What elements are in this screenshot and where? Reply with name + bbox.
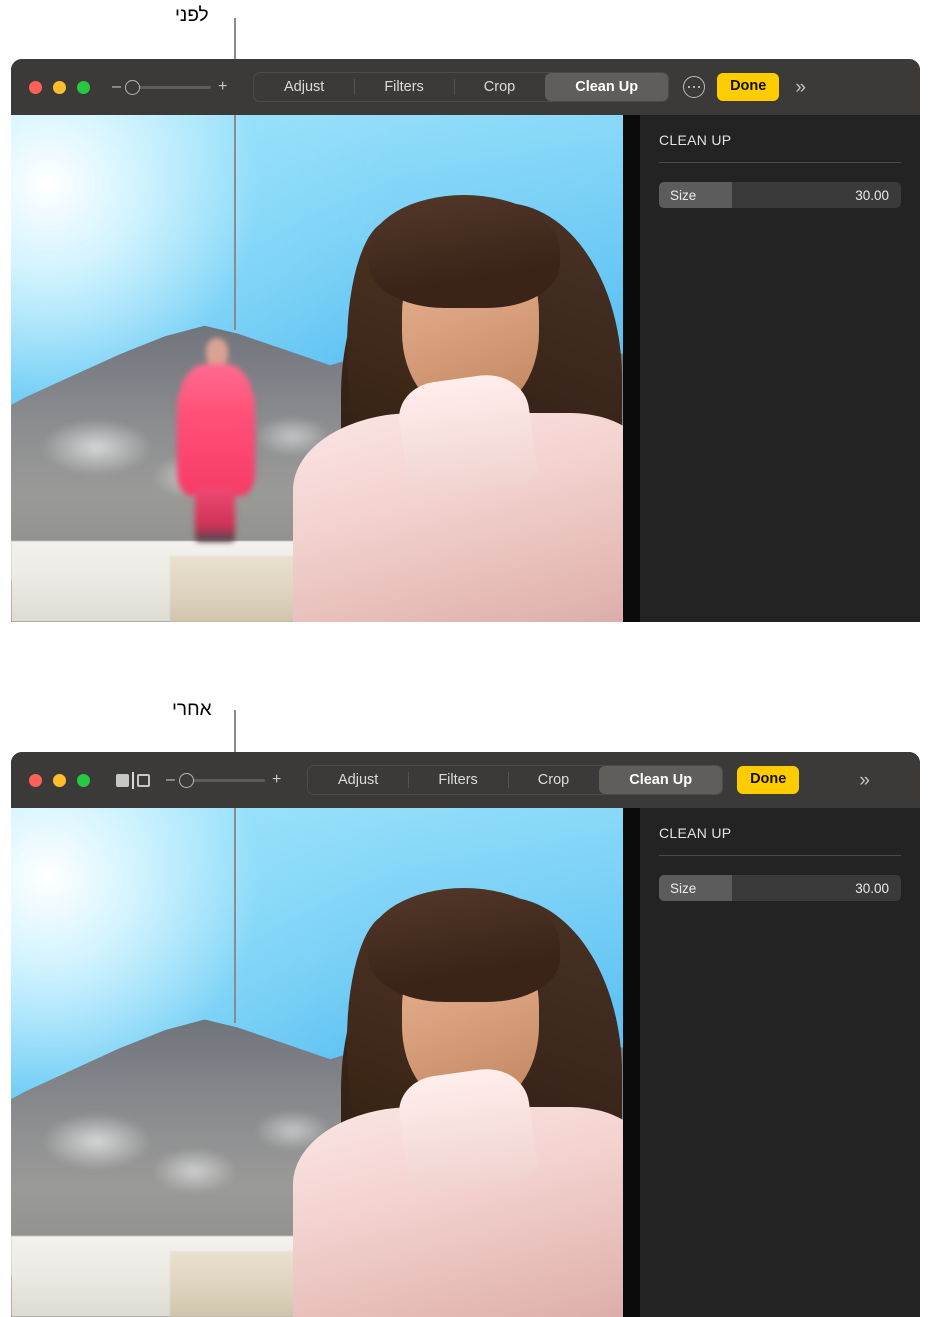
zoom-slider-knob[interactable]: [179, 772, 194, 788]
expand-chevron-icon[interactable]: »: [795, 78, 805, 97]
panel-title: CLEAN UP: [659, 132, 732, 148]
photo-subject-woman: [292, 879, 623, 1317]
callout-leader-line-after-inner: [234, 808, 236, 1023]
callout-label-after: אחרי: [172, 699, 212, 720]
panel-divider: [659, 162, 901, 163]
photos-editor-window-before: – + Adjust Filters Crop Clean Up Done »: [11, 59, 920, 622]
zoom-in-icon[interactable]: +: [218, 79, 227, 95]
zoom-out-icon[interactable]: –: [166, 772, 175, 788]
zoom-slider-track[interactable]: [125, 79, 211, 95]
expand-chevron-icon[interactable]: »: [859, 771, 869, 790]
photo-canvas-after[interactable]: [11, 808, 623, 1317]
zoom-in-icon[interactable]: +: [272, 772, 281, 788]
editor-toolbar-after: – + Adjust Filters Crop Clean Up Done »: [11, 752, 920, 808]
canvas-panel-gap: [623, 808, 640, 1317]
panel-title: CLEAN UP: [659, 825, 732, 841]
window-traffic-lights: [29, 773, 90, 787]
toolbar-right-controls: Done: [737, 766, 800, 794]
zoom-slider-control[interactable]: – +: [112, 79, 227, 95]
photo-bystander-to-remove: [173, 338, 259, 551]
maximize-button[interactable]: [77, 80, 90, 94]
size-slider-value: 30.00: [855, 880, 889, 896]
tab-adjust[interactable]: Adjust: [308, 766, 408, 794]
size-slider[interactable]: Size 30.00: [659, 875, 901, 901]
window-traffic-lights: [29, 80, 90, 94]
done-button[interactable]: Done: [737, 766, 800, 794]
photo-image-after: [11, 808, 623, 1317]
panel-divider: [659, 855, 901, 856]
editor-mode-tabs: Adjust Filters Crop Clean Up: [253, 72, 670, 102]
editor-mode-tabs: Adjust Filters Crop Clean Up: [307, 765, 724, 795]
photos-editor-window-after: – + Adjust Filters Crop Clean Up Done »: [11, 752, 920, 1317]
tab-filters[interactable]: Filters: [354, 73, 453, 101]
photo-image-before: [11, 115, 623, 622]
close-button[interactable]: [29, 80, 42, 94]
more-options-icon[interactable]: [683, 76, 706, 98]
photo-wall-stone: [170, 556, 305, 622]
size-slider-label: Size: [670, 880, 697, 896]
tab-adjust[interactable]: Adjust: [254, 73, 354, 101]
clean-up-panel-before: CLEAN UP Size 30.00: [640, 115, 920, 622]
zoom-slider-track[interactable]: [179, 772, 265, 788]
size-slider-value: 30.00: [855, 187, 889, 203]
zoom-slider-knob[interactable]: [125, 79, 140, 95]
editor-body-after: CLEAN UP Size 30.00: [11, 808, 920, 1317]
callout-leader-line-after: [234, 710, 236, 754]
maximize-button[interactable]: [77, 773, 90, 787]
zoom-slider-control[interactable]: – +: [166, 772, 281, 788]
tab-crop[interactable]: Crop: [453, 73, 545, 101]
tab-clean-up[interactable]: Clean Up: [545, 73, 669, 101]
minimize-button[interactable]: [53, 80, 66, 94]
size-slider-label: Size: [670, 187, 697, 203]
done-button[interactable]: Done: [717, 73, 780, 101]
close-button[interactable]: [29, 773, 42, 787]
compare-before-after-icon[interactable]: [116, 771, 150, 789]
editor-toolbar-before: – + Adjust Filters Crop Clean Up Done »: [11, 59, 920, 115]
photo-wall-stone: [170, 1250, 305, 1317]
size-slider[interactable]: Size 30.00: [659, 182, 901, 208]
zoom-out-icon[interactable]: –: [112, 79, 121, 95]
canvas-panel-gap: [623, 115, 640, 622]
callout-label-before: לפני: [175, 5, 209, 26]
tab-filters[interactable]: Filters: [408, 766, 507, 794]
photo-subject-woman: [292, 186, 623, 622]
tab-crop[interactable]: Crop: [507, 766, 599, 794]
callout-leader-line-before: [234, 18, 236, 60]
screenshot-root: לפני – + Adjust Filters Crop Clean Up Do…: [0, 0, 931, 1317]
minimize-button[interactable]: [53, 773, 66, 787]
toolbar-right-controls: Done: [683, 73, 780, 101]
photo-canvas-before[interactable]: [11, 115, 623, 622]
callout-leader-line-before-inner: [234, 115, 236, 330]
editor-body-before: CLEAN UP Size 30.00: [11, 115, 920, 622]
tab-clean-up[interactable]: Clean Up: [599, 766, 723, 794]
clean-up-panel-after: CLEAN UP Size 30.00: [640, 808, 920, 1317]
